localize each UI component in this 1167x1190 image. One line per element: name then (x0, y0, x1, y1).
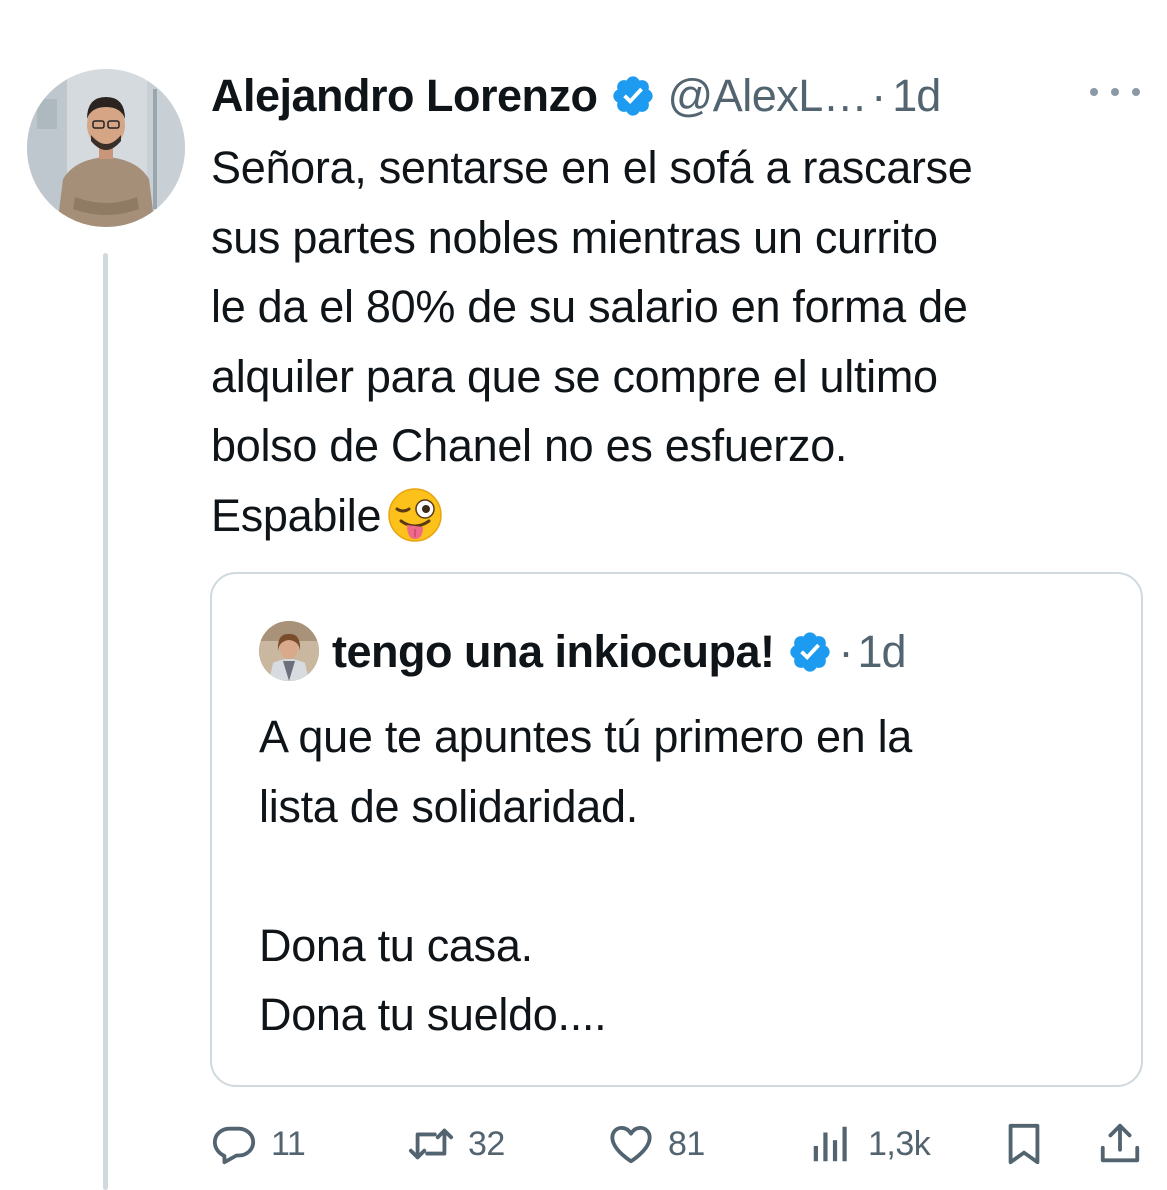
heart-icon (610, 1125, 652, 1164)
quoted-tweet[interactable]: tengo una inkiocupa! · 1d A que te apunt… (210, 572, 1143, 1087)
views-button[interactable]: 1,3k (808, 1114, 931, 1174)
winking-face-with-tongue-icon (388, 487, 442, 542)
tweet-text-espabile: Espabile (211, 489, 382, 541)
quoted-header-separator: · (838, 626, 854, 677)
quoted-text-line: Dona tu casa. (259, 919, 533, 971)
retweet-count: 32 (468, 1124, 505, 1163)
tweet-text-line: sus partes nobles mientras un currito (211, 211, 938, 263)
action-bar: 11 32 81 1,3k (211, 1114, 1146, 1174)
tweet-text: Señora, sentarse en el sofá a rascarse s… (211, 133, 1151, 550)
quoted-text-line: Dona tu sueldo.... (259, 989, 607, 1040)
retweet-icon (408, 1128, 454, 1160)
quoted-tweet-header: tengo una inkiocupa! · 1d (332, 622, 907, 682)
like-count: 81 (668, 1124, 705, 1163)
more-dot (1111, 88, 1119, 96)
views-count: 1,3k (868, 1124, 931, 1163)
quoted-author-name[interactable]: tengo una inkiocupa! (332, 626, 775, 678)
more-dot (1090, 88, 1098, 96)
quoted-tweet-time[interactable]: 1d (858, 626, 907, 678)
tweet-text-last-line: Espabile (211, 481, 1151, 551)
verified-badge-icon[interactable] (610, 73, 656, 119)
retweet-button[interactable]: 32 (408, 1114, 505, 1174)
tweet-text-line: Señora, sentarse en el sofá a rascarse (211, 142, 973, 193)
tweet-time[interactable]: 1d (892, 70, 941, 122)
more-dot (1132, 88, 1140, 96)
verified-badge-icon[interactable] (787, 629, 833, 675)
share-icon (1100, 1123, 1140, 1163)
share-button[interactable] (1097, 1114, 1143, 1174)
tweet-text-line: alquiler para que se compre el ultimo (211, 350, 938, 402)
header-separator: · (871, 70, 887, 121)
tweet-card: Alejandro Lorenzo @AlexL… · 1d Señora, s… (0, 0, 1167, 1190)
quoted-author-photo (259, 621, 319, 681)
like-button[interactable]: 81 (608, 1114, 705, 1174)
quoted-text-line (259, 841, 1119, 911)
reply-button[interactable]: 11 (211, 1114, 306, 1174)
tweet-header: Alejandro Lorenzo @AlexL… · 1d (211, 66, 941, 126)
tweet-text-line: le da el 80% de su salario en forma de (211, 281, 968, 332)
quoted-text-line: A que te apuntes tú primero en la (259, 711, 913, 762)
reply-count: 11 (271, 1124, 306, 1163)
more-options-icon[interactable] (1090, 82, 1140, 102)
views-chart-icon (813, 1126, 847, 1162)
author-name[interactable]: Alejandro Lorenzo (211, 70, 598, 122)
author-avatar[interactable] (27, 69, 185, 227)
reply-icon (212, 1126, 256, 1165)
author-handle[interactable]: @AlexL… (668, 70, 868, 122)
bookmark-icon (1008, 1123, 1040, 1165)
quoted-text-line: lista de solidaridad. (259, 780, 638, 832)
quoted-author-avatar[interactable] (259, 621, 319, 681)
author-photo (27, 69, 185, 227)
quoted-tweet-text: A que te apuntes tú primero en la lista … (259, 702, 1119, 1050)
thread-line (103, 253, 108, 1190)
tweet-text-line: bolso de Chanel no es esfuerzo. (211, 420, 848, 471)
bookmark-button[interactable] (1001, 1114, 1047, 1174)
